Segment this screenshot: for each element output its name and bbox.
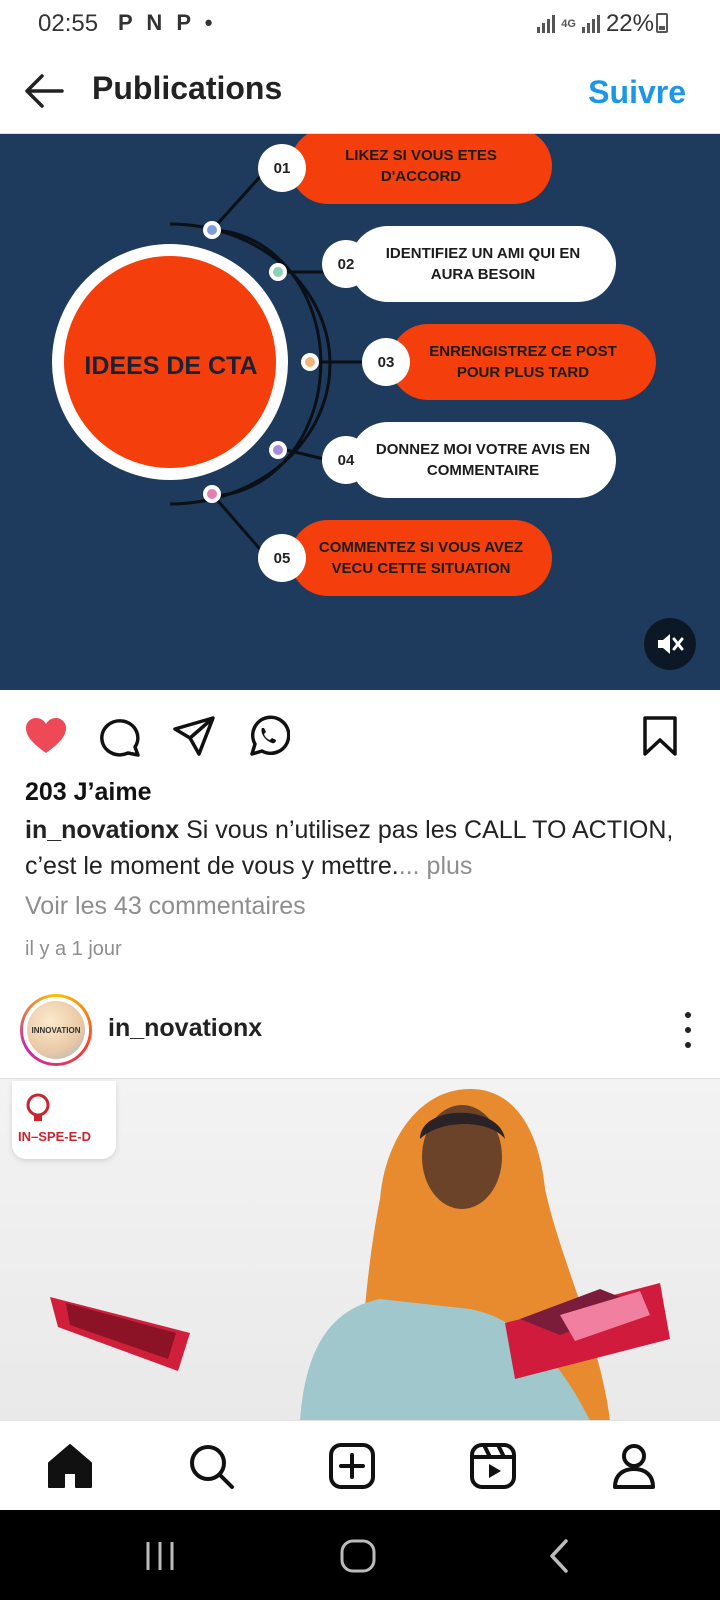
whatsapp-icon[interactable] [246,714,291,758]
more-options-icon[interactable] [682,1012,694,1048]
likes-count[interactable]: 203 J’aime [25,778,152,807]
search-icon[interactable] [186,1441,236,1491]
brand-logo-badge: IN–SPE-E-D [12,1081,116,1159]
network-type: 4G [561,18,576,30]
post-image[interactable]: IDEES DE CTA LIKEZ SI VOUS ETES D'ACCORD… [0,134,720,690]
home-circle-icon[interactable] [338,1536,378,1576]
cta-item-4: DONNEZ MOI VOTRE AVIS EN COMMENTAIRE [350,422,616,498]
cta-item-2: IDENTIFIEZ UN AMI QUI EN AURA BESOIN [350,226,616,302]
status-app-icons: P N P • [118,10,217,35]
infographic-graphic [52,168,368,557]
post-caption[interactable]: in_novationx Si vous n’utilisez pas les … [25,812,695,884]
post-username[interactable]: in_novationx [108,1014,262,1043]
post-timestamp: il y a 1 jour [25,938,122,960]
recents-icon[interactable] [140,1536,180,1576]
back-chevron-icon[interactable] [540,1536,580,1576]
cta-number-3: 03 [362,338,410,386]
mute-button[interactable] [644,618,696,670]
cta-number-5: 05 [258,534,306,582]
top-header: Publications Suivre [0,46,720,134]
cta-item-text: IDENTIFIEZ UN AMI QUI EN AURA BESOIN [385,245,581,283]
home-icon[interactable] [45,1441,95,1491]
lightbulb-logo-icon [26,1093,50,1121]
view-comments-link[interactable]: Voir les 43 commentaires [25,892,306,921]
status-bar: 02:55 P N P • 4G 22% [0,0,720,46]
cta-number-2: 02 [322,240,370,288]
cell-signal-icon [581,15,600,33]
comment-icon[interactable] [98,714,142,758]
cta-item-1: LIKEZ SI VOUS ETES D'ACCORD [290,134,552,204]
bookmark-icon[interactable] [638,714,682,758]
back-arrow-icon[interactable] [22,68,68,114]
avatar-logo: INNOVATION [27,1001,85,1059]
bottom-navigation [0,1420,720,1510]
profile-icon[interactable] [609,1441,659,1491]
heart-icon[interactable] [24,714,68,758]
status-right: 4G 22% [537,10,654,38]
infographic-center-label: IDEES DE CTA [84,352,258,380]
cta-item-text: LIKEZ SI VOUS ETES D'ACCORD [345,147,497,185]
cta-item-text: DONNEZ MOI VOTRE AVIS EN COMMENTAIRE [375,441,591,479]
system-navigation-bar [0,1510,720,1600]
speaker-muted-icon [658,634,684,654]
create-icon[interactable] [327,1441,377,1491]
cta-number-1: 01 [258,144,306,192]
follow-button[interactable]: Suivre [588,74,686,111]
cta-number-4: 04 [322,436,370,484]
battery-icon [656,13,668,33]
share-icon[interactable] [172,714,216,758]
caption-more-link[interactable]: ... plus [399,852,473,880]
avatar[interactable]: INNOVATION [20,994,92,1066]
status-time: 02:55 [38,10,99,37]
brand-logo-text: IN–SPE-E-D [18,1129,91,1144]
cta-item-text: COMMENTEZ SI VOUS AVEZ VECU CETTE SITUAT… [318,539,524,577]
cta-item-5: COMMENTEZ SI VOUS AVEZ VECU CETTE SITUAT… [290,520,552,596]
caption-username[interactable]: in_novationx [25,816,179,844]
cta-item-3: ENRENGISTREZ CE POST POUR PLUS TARD [390,324,656,400]
reels-icon[interactable] [468,1441,518,1491]
next-post-header: INNOVATION in_novationx [0,984,720,1076]
page-title: Publications [92,70,283,106]
battery-percent: 22% [605,10,654,37]
cta-item-text: ENRENGISTREZ CE POST POUR PLUS TARD [429,343,617,381]
second-post-image[interactable]: IN–SPE-E-D [0,1078,720,1420]
post-actions [0,690,720,782]
wifi-signal-icon [537,15,556,33]
